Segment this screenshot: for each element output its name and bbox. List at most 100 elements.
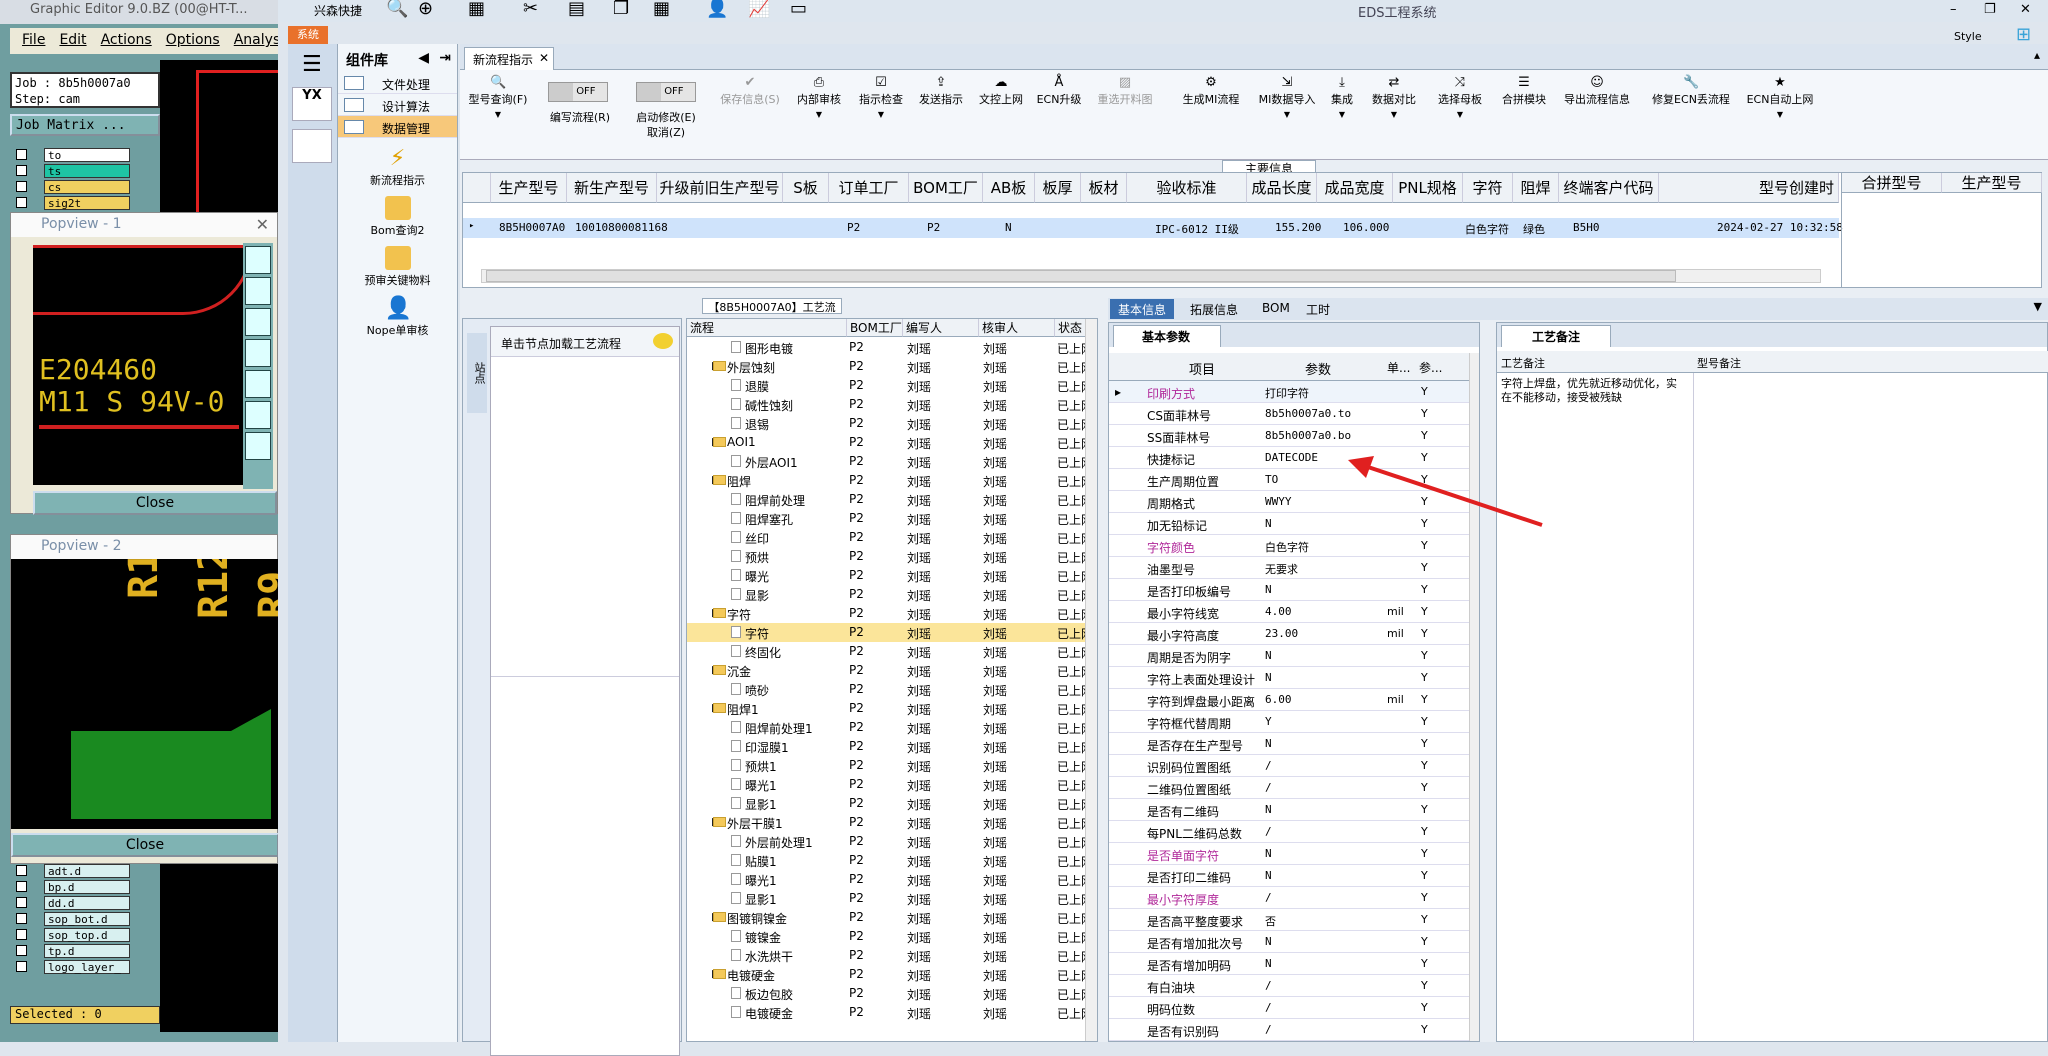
tree-row[interactable]: 图形电镀 P2 刘瑶 刘瑶 已上网 (687, 338, 1087, 357)
tree-row[interactable]: ⊟电镀硬金P2刘瑶刘瑶已上网 (687, 965, 1087, 984)
maximize-icon[interactable]: ❐ (1984, 2, 1996, 17)
tree-row[interactable]: 曝光1 P2 刘瑶 刘瑶 已上网 (687, 870, 1087, 889)
module-logo[interactable]: YX (292, 87, 332, 121)
tree-row[interactable]: 预烘1 P2 刘瑶 刘瑶 已上网 (687, 756, 1087, 775)
layer-dd[interactable]: dd.d (44, 896, 130, 910)
col-param[interactable]: 参数 (1305, 359, 1331, 378)
tree-row[interactable]: 显影 P2 刘瑶 刘瑶 已上网 (687, 585, 1087, 604)
col-unit[interactable]: 单... (1387, 359, 1410, 376)
tree-row[interactable]: 丝印 P2 刘瑶 刘瑶 已上网 (687, 528, 1087, 547)
monitor-icon[interactable]: ▭ (790, 0, 807, 19)
tree-row[interactable]: 阻焊前处理 P2 刘瑶 刘瑶 已上网 (687, 490, 1087, 509)
tree-row[interactable]: 印湿膜1 P2 刘瑶 刘瑶 已上网 (687, 737, 1087, 756)
layer-checkbox[interactable] (16, 945, 27, 956)
col-header[interactable]: 流程 (687, 319, 847, 337)
pan-left-icon[interactable] (245, 339, 271, 367)
lib-item-file[interactable]: 文件处理 (338, 72, 457, 94)
param-value[interactable]: 白色字符 (1265, 539, 1309, 555)
tree-row[interactable]: ⊟外层干膜1P2刘瑶刘瑶已上网 (687, 813, 1087, 832)
tree-row[interactable]: 退锡 P2 刘瑶 刘瑶 已上网 (687, 414, 1087, 433)
search-icon[interactable]: 🔍 (386, 0, 408, 19)
param-value[interactable]: / (1265, 781, 1272, 794)
param-row[interactable]: 周期是否为阴字 N Y (1109, 645, 1479, 667)
close-icon[interactable]: ✕ (539, 51, 549, 65)
pin-icon[interactable]: ⇥ (439, 50, 451, 66)
mi-import-button[interactable]: ⇲ MI数据导入 ▼ (1252, 76, 1322, 122)
tree-row[interactable]: 外层AOI1 P2 刘瑶 刘瑶 已上网 (687, 452, 1087, 471)
layer-checkbox[interactable] (16, 865, 27, 876)
param-value[interactable]: Y (1265, 715, 1272, 728)
tree-row[interactable]: 喷砂 P2 刘瑶 刘瑶 已上网 (687, 680, 1087, 699)
generate-mi-button[interactable]: ⚙ 生成MI流程 (1176, 76, 1246, 107)
param-row[interactable]: 是否存在生产型号 N Y (1109, 733, 1479, 755)
layer-checkbox[interactable] (16, 181, 27, 192)
popview-2-canvas[interactable]: R11 R12 R9 (11, 559, 278, 829)
merge-module-button[interactable]: ☰ 合拼模块 (1494, 76, 1554, 107)
tree-row[interactable]: ⊟图镀铜镍金P2刘瑶刘瑶已上网 (687, 908, 1087, 927)
param-row[interactable]: 是否有增加批次号 N Y (1109, 931, 1479, 953)
layer-ts[interactable]: ts (44, 164, 130, 178)
param-row[interactable]: 是否有增加明码 N Y (1109, 953, 1479, 975)
param-value[interactable]: N (1265, 517, 1272, 530)
col-header[interactable]: 生产型号 (491, 173, 567, 203)
param-row[interactable]: CS面菲林号 8b5h0007a0.to Y (1109, 403, 1479, 425)
integrate-button[interactable]: ⤓ 集成 ▼ (1324, 76, 1360, 122)
internal-review-button[interactable]: ⎙ 内部审核 ▼ (794, 76, 844, 122)
link-key-material[interactable]: 预审关键物料 (338, 246, 457, 288)
layer-to[interactable]: to (44, 148, 130, 162)
col-header[interactable]: 编写人 (903, 319, 979, 337)
horizontal-scrollbar[interactable] (481, 269, 1821, 283)
reselect-cut-button[interactable]: ▨ 重选开料图 (1092, 76, 1158, 107)
tree-row[interactable]: 水洗烘干 P2 刘瑶 刘瑶 已上网 (687, 946, 1087, 965)
layer-sop-bot[interactable]: sop_bot.d (44, 912, 130, 926)
copy-icon[interactable]: ❐ (613, 0, 629, 19)
tree-row[interactable]: ⊟沉金P2刘瑶刘瑶已上网 (687, 661, 1087, 680)
tree-row[interactable]: 字符 P2 刘瑶 刘瑶 已上网 (687, 623, 1087, 642)
col-header[interactable]: BOM工厂 (909, 173, 983, 203)
vertical-scrollbar[interactable] (1085, 319, 1097, 1041)
layer-checkbox[interactable] (16, 961, 27, 972)
link-new-flow[interactable]: ⚡ 新流程指示 (338, 146, 457, 188)
zoom-out-icon[interactable] (245, 308, 271, 336)
param-value[interactable]: 6.00 (1265, 693, 1292, 706)
ge-menu-options[interactable]: Options (166, 32, 220, 50)
doc-online-button[interactable]: ☁ 文控上网 (976, 76, 1026, 107)
layer-checkbox[interactable] (16, 881, 27, 892)
tree-row[interactable]: 预烘 P2 刘瑶 刘瑶 已上网 (687, 547, 1087, 566)
param-row[interactable]: 有白油块 / Y (1109, 975, 1479, 997)
close-icon[interactable]: ✕ (2020, 2, 2031, 17)
popview-1-canvas[interactable]: E204460 M11 S 94V-0 (33, 245, 243, 485)
tree-row[interactable]: ⊟阻焊P2刘瑶刘瑶已上网 (687, 471, 1087, 490)
zoom-in-icon[interactable] (245, 277, 271, 305)
table-icon[interactable]: ▤ (568, 0, 585, 19)
table-row[interactable] (463, 218, 1839, 238)
zoom-fit-icon[interactable] (245, 246, 271, 274)
tree-row[interactable]: 退膜 P2 刘瑶 刘瑶 已上网 (687, 376, 1087, 395)
layer-checkbox[interactable] (16, 165, 27, 176)
tab-hours[interactable]: 工时 (1298, 299, 1338, 319)
lib-item-design[interactable]: 设计算法 (338, 94, 457, 116)
layer-sop-top[interactable]: sop_top.d (44, 928, 130, 942)
popview-2-close-button[interactable]: Close (11, 833, 278, 857)
param-value[interactable]: / (1265, 891, 1272, 904)
link-bom-query[interactable]: Bom查询2 (338, 196, 457, 238)
col-header[interactable]: 终端客户代码 (1559, 173, 1659, 203)
col-header[interactable]: 订单工厂 (829, 173, 909, 203)
lib-item-data[interactable]: 数据管理 (338, 116, 457, 138)
select-mother-button[interactable]: ⤨ 选择母板 ▼ (1430, 76, 1490, 122)
param-row[interactable]: 识别码位置图纸 / Y (1109, 755, 1479, 777)
ge-menu-actions[interactable]: Actions (101, 32, 152, 50)
tree-row[interactable]: 曝光 P2 刘瑶 刘瑶 已上网 (687, 566, 1087, 585)
param-value[interactable]: 打印字符 (1265, 385, 1309, 401)
param-value[interactable]: 8b5h0007a0.to (1265, 407, 1351, 420)
hamburger-icon[interactable]: ☰ (302, 52, 323, 77)
link-nope-review[interactable]: 👤 Nope单审核 (338, 296, 457, 338)
param-row[interactable]: 字符到焊盘最小距离 6.00 mil Y (1109, 689, 1479, 711)
tree-row[interactable]: 显影1 P2 刘瑶 刘瑶 已上网 (687, 794, 1087, 813)
param-value[interactable]: DATECODE (1265, 451, 1318, 464)
col-header[interactable]: 验收标准 (1127, 173, 1247, 203)
tree-row[interactable]: ⊟AOI1P2刘瑶刘瑶已上网 (687, 433, 1087, 452)
param-row[interactable]: 二维码位置图纸 / Y (1109, 777, 1479, 799)
param-row[interactable]: 最小字符高度 23.00 mil Y (1109, 623, 1479, 645)
tree-row[interactable]: 阻焊前处理1 P2 刘瑶 刘瑶 已上网 (687, 718, 1087, 737)
